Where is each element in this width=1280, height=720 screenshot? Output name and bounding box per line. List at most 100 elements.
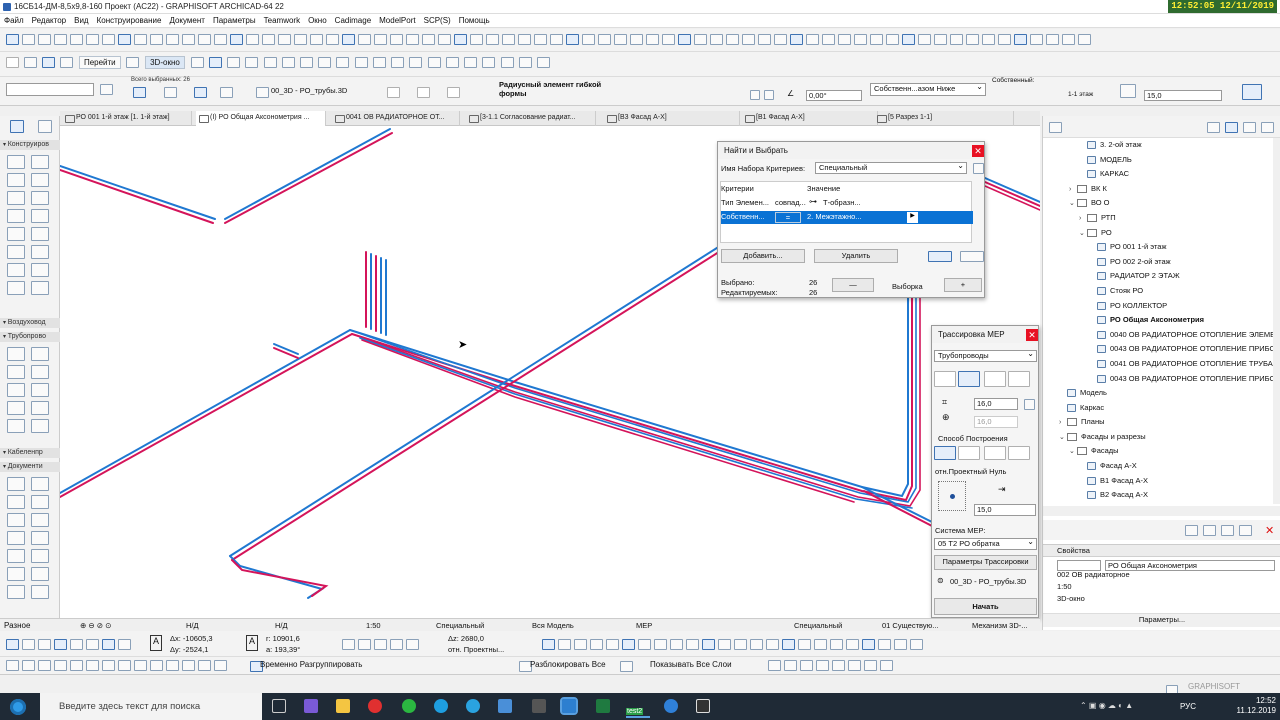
chevron-down-icon[interactable]: ⌄ — [1059, 431, 1067, 445]
filter-icon[interactable] — [409, 57, 423, 68]
misc-tool-4-icon[interactable] — [815, 660, 829, 671]
criteria-row-property-value[interactable]: 2. Межэтажно... — [807, 212, 862, 221]
document-tool-1-icon[interactable] — [7, 477, 25, 491]
snap-guide-19-icon[interactable] — [829, 639, 843, 650]
pipe-tool-4-icon[interactable] — [31, 365, 49, 379]
snap-tool-3-icon[interactable] — [37, 639, 51, 650]
3d-window-button[interactable]: 3D-окно — [145, 56, 185, 69]
design-tool-1-icon[interactable] — [7, 155, 25, 169]
publisher-icon[interactable] — [1260, 122, 1274, 133]
toolbar-tool-20-icon[interactable] — [309, 34, 323, 45]
toolbar-tool-3-icon[interactable] — [37, 34, 51, 45]
document-tool-8-icon[interactable] — [31, 531, 49, 545]
toolbar-tool-45-icon[interactable] — [709, 34, 723, 45]
properties-params-button[interactable]: Параметры... — [1043, 613, 1280, 627]
language-indicator[interactable]: РУС — [1180, 702, 1196, 711]
toolbar-tool-17-icon[interactable] — [261, 34, 275, 45]
toolbar-tool-19-icon[interactable] — [293, 34, 307, 45]
delete-icon[interactable]: ✕ — [1265, 524, 1274, 537]
task-view-icon[interactable] — [272, 699, 286, 713]
toolbar-tool-59-icon[interactable] — [933, 34, 947, 45]
deselect-button[interactable]: — — [832, 278, 874, 292]
criteria-row-property[interactable]: Собственн... = 2. Межэтажно... ▶ — [721, 211, 973, 224]
marquee-select-icon[interactable] — [959, 251, 984, 262]
eyedropper-icon[interactable] — [927, 251, 952, 262]
toolbar-tool-23-icon[interactable] — [357, 34, 371, 45]
navigator-item[interactable]: В1 Фасад А-Х — [1043, 474, 1273, 489]
snap-guide-9-icon[interactable] — [669, 639, 683, 650]
toolbar-tool-35-icon[interactable] — [549, 34, 563, 45]
explore-icon[interactable] — [318, 57, 332, 68]
pipe-fitting-icon[interactable] — [386, 87, 400, 98]
navigator-item[interactable]: 0043 ОВ РАДИАТОРНОЕ ОТОПЛЕНИЕ ПРИБОРЫ 1 — [1043, 372, 1273, 387]
document-tool-10-icon[interactable] — [31, 549, 49, 563]
toolbar-tool-55-icon[interactable] — [869, 34, 883, 45]
box-icon[interactable] — [190, 57, 204, 68]
cube-icon[interactable] — [208, 57, 222, 68]
mep-offset-field[interactable]: 15,0 — [974, 504, 1036, 516]
section-icon[interactable] — [227, 57, 241, 68]
navigator-options-icon[interactable] — [1048, 122, 1062, 133]
layer-combo-field[interactable]: Специальный — [436, 620, 484, 631]
toolbar-tool-5-icon[interactable] — [69, 34, 83, 45]
guide-tool-4-icon[interactable] — [389, 639, 403, 650]
marquee-icon[interactable] — [163, 87, 177, 98]
snap-guide-10-icon[interactable] — [685, 639, 699, 650]
excel-window-label[interactable]: test2 — [626, 695, 650, 718]
pet-palette-icon[interactable] — [23, 57, 37, 68]
navigator-item[interactable]: 3. 2-ой этаж — [1043, 138, 1273, 153]
view-icon[interactable] — [41, 57, 55, 68]
toolbox-section-duct[interactable]: Воздуховод — [0, 318, 60, 328]
method-vertical-icon[interactable] — [958, 446, 980, 460]
app-window-icon[interactable] — [696, 699, 710, 713]
toolbar-tool-39-icon[interactable] — [613, 34, 627, 45]
snap-guide-16-icon[interactable] — [781, 639, 795, 650]
toolbar-tool-22-icon[interactable] — [341, 34, 355, 45]
toolbar-tool-25-icon[interactable] — [389, 34, 403, 45]
unlock-all-button[interactable]: Разблокировать Все — [530, 660, 606, 669]
snap-guide-21-icon[interactable] — [861, 639, 875, 650]
snap-guide-1-icon[interactable] — [541, 639, 555, 650]
pipe-tool-5-icon[interactable] — [7, 383, 25, 397]
camera-icon[interactable] — [391, 57, 405, 68]
navigator-item[interactable]: РО КОЛЛЕКТОР — [1043, 299, 1273, 314]
view-tool-3-icon[interactable] — [37, 660, 51, 671]
design-tool-5-icon[interactable] — [7, 191, 25, 205]
view-tool-13-icon[interactable] — [197, 660, 211, 671]
criteria-set-select[interactable]: Специальный — [815, 162, 967, 174]
view-tool-12-icon[interactable] — [181, 660, 195, 671]
pen-set-field[interactable]: MEP — [636, 620, 652, 631]
toolbar-tool-1-icon[interactable] — [5, 34, 19, 45]
toolbar-tool-12-icon[interactable] — [181, 34, 195, 45]
toolbar-tool-6-icon[interactable] — [85, 34, 99, 45]
pipe-tool-9-icon[interactable] — [7, 419, 25, 433]
criteria-row-property-op[interactable]: = — [775, 212, 801, 223]
toolbar-tool-32-icon[interactable] — [501, 34, 515, 45]
design-tool-15-icon[interactable] — [7, 281, 25, 295]
toolbar-tool-24-icon[interactable] — [373, 34, 387, 45]
design-tool-2-icon[interactable] — [31, 155, 49, 169]
menu-teamwork[interactable]: Teamwork — [260, 14, 304, 27]
design-tool-6-icon[interactable] — [31, 191, 49, 205]
find-close-button[interactable]: ✕ — [972, 145, 984, 157]
toolbar-tool-60-icon[interactable] — [949, 34, 963, 45]
pipe-tool-8-icon[interactable] — [31, 401, 49, 415]
toolbar-tool-27-icon[interactable] — [421, 34, 435, 45]
snap-tool-8-icon[interactable] — [117, 639, 131, 650]
whatsapp-icon[interactable] — [402, 699, 416, 713]
design-tool-10-icon[interactable] — [31, 227, 49, 241]
guide-tool-1-icon[interactable] — [341, 639, 355, 650]
layout-icon[interactable] — [60, 57, 74, 68]
toolbar-tool-67-icon[interactable] — [1061, 34, 1075, 45]
toolbar-tool-13-icon[interactable] — [197, 34, 211, 45]
navigator-item[interactable]: Каркас — [1043, 401, 1273, 416]
menu-document[interactable]: Документ — [165, 14, 209, 27]
design-tool-3-icon[interactable] — [7, 173, 25, 187]
menu-scps[interactable]: SCP(S) — [420, 14, 455, 27]
navigator-item[interactable]: › ВК К — [1043, 182, 1273, 197]
layers-icon[interactable] — [619, 661, 633, 672]
snap-guide-6-icon[interactable] — [621, 639, 635, 650]
view-tool-14-icon[interactable] — [213, 660, 227, 671]
model-view-field[interactable]: Вся Модель — [532, 620, 574, 631]
marquee-3d-icon[interactable] — [445, 57, 459, 68]
